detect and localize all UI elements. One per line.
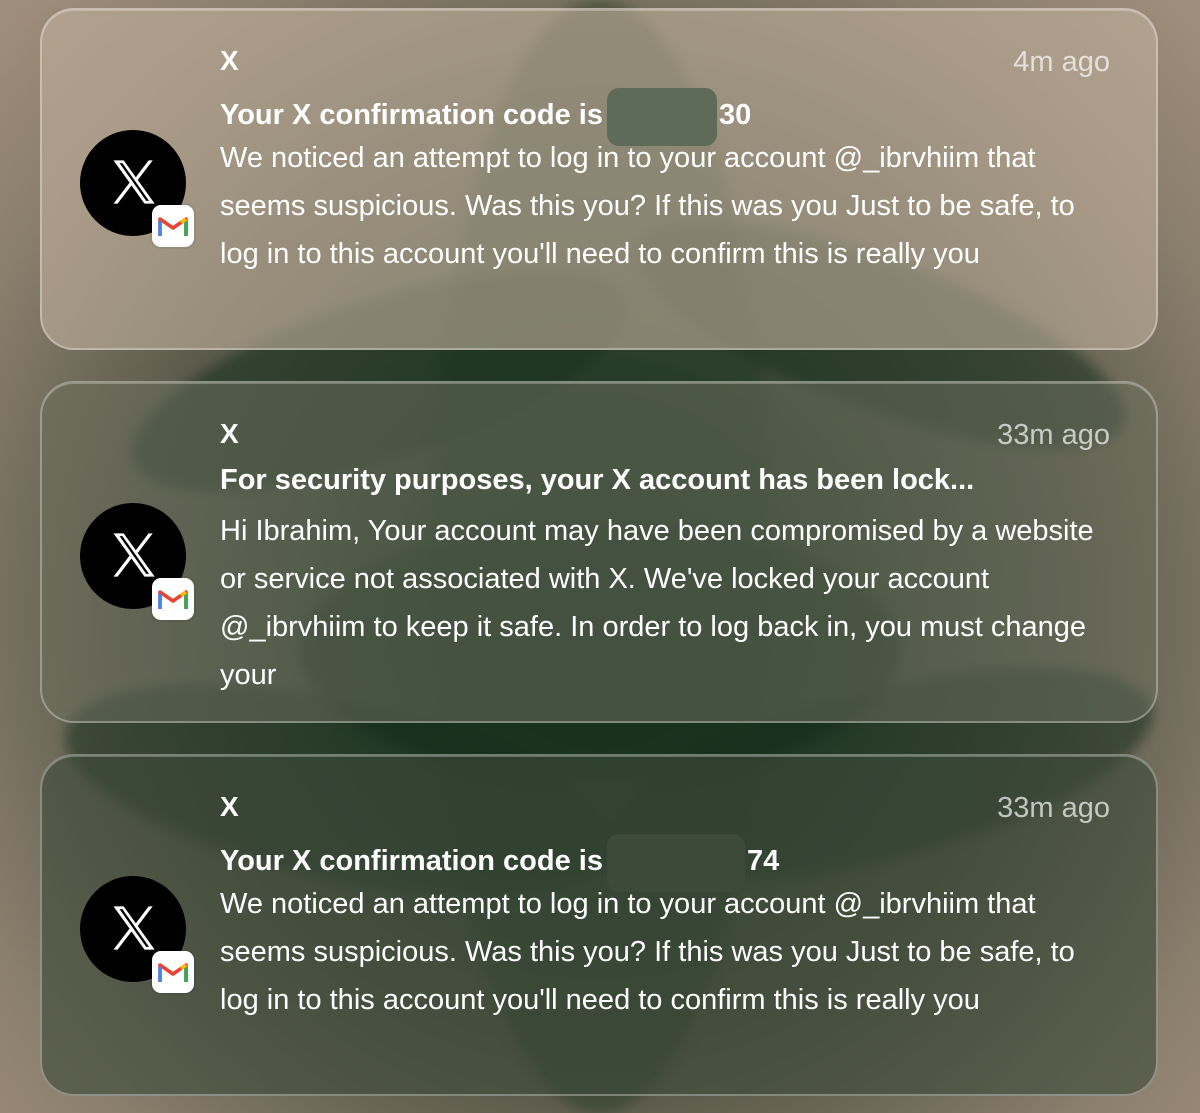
notification-body: We noticed an attempt to log in to your … [220, 888, 1075, 1016]
gmail-badge [152, 205, 194, 247]
gmail-badge [152, 951, 194, 993]
title-text: Your X confirmation code is [220, 99, 603, 131]
gmail-icon [158, 217, 188, 236]
title-text: Your X confirmation code is [220, 845, 603, 877]
app-name: X [220, 418, 239, 449]
timestamp: 33m ago [997, 792, 1110, 824]
title-code-suffix: 74 [746, 845, 780, 877]
app-name: X [220, 45, 239, 76]
notification-card[interactable]: X 33m ago Your X confirmation code is 74 … [40, 754, 1158, 1096]
notification-body: Hi Ibrahim, Your account may have been c… [220, 515, 1094, 691]
x-logo-icon [113, 160, 155, 204]
app-name: X [220, 791, 239, 822]
gmail-badge [152, 578, 194, 620]
x-logo-icon [113, 533, 155, 577]
title-code-suffix: 30 [718, 99, 752, 131]
x-logo-icon [113, 906, 155, 950]
notification-card[interactable]: X 4m ago Your X confirmation code is 30 W… [40, 8, 1158, 350]
notification-body: We noticed an attempt to log in to your … [220, 142, 1075, 270]
notification-title: For security purposes, your X account ha… [220, 461, 1120, 499]
gmail-icon [158, 963, 188, 982]
notification-card[interactable]: X 33m ago For security purposes, your X … [40, 381, 1158, 723]
title-text: For security purposes, your X account ha… [220, 464, 975, 496]
timestamp: 4m ago [1013, 46, 1110, 78]
gmail-icon [158, 590, 188, 609]
timestamp: 33m ago [997, 419, 1110, 451]
